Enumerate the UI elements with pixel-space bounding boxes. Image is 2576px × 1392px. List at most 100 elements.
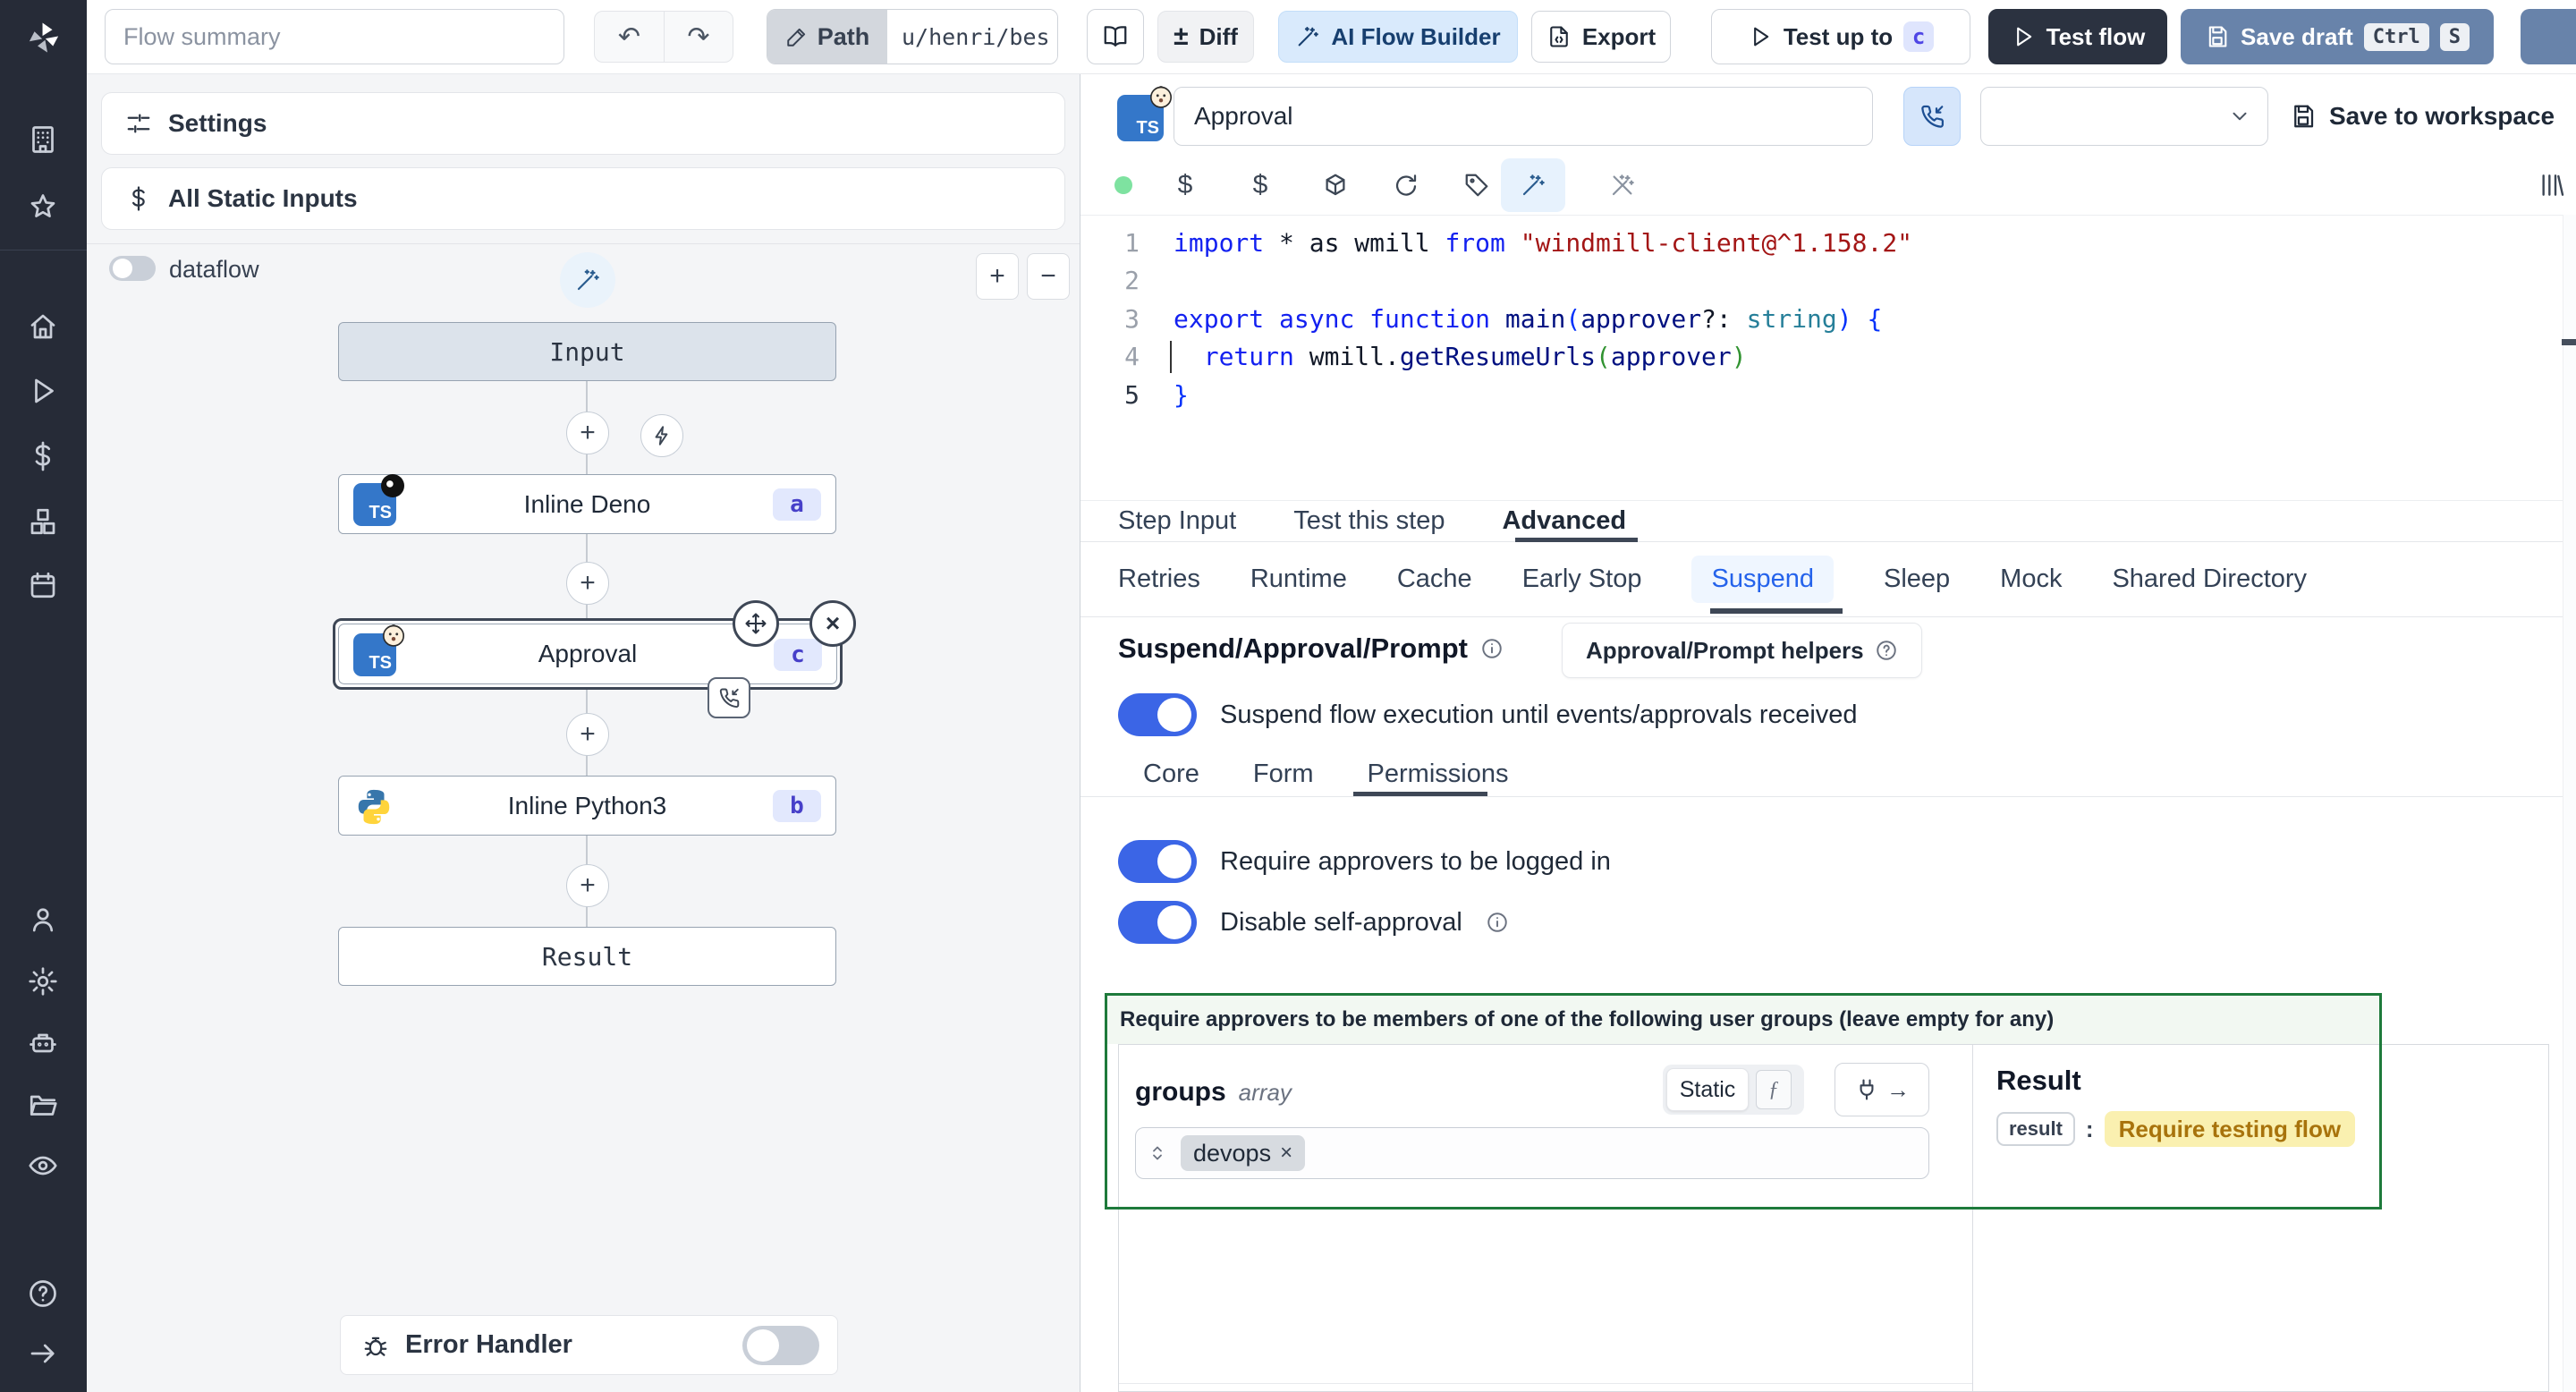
info-icon[interactable] xyxy=(1480,637,1504,660)
add-step-button[interactable]: + xyxy=(566,864,609,907)
docs-book-button[interactable] xyxy=(1087,9,1144,64)
tab-test-this-step[interactable]: Test this step xyxy=(1293,506,1445,536)
building-icon[interactable] xyxy=(27,123,59,156)
all-static-inputs-label: All Static Inputs xyxy=(168,184,358,212)
add-trigger-button[interactable] xyxy=(640,414,683,457)
home-icon[interactable] xyxy=(27,310,59,343)
runs-play-icon[interactable] xyxy=(27,375,59,407)
ai-flow-builder-button[interactable]: AI Flow Builder xyxy=(1278,11,1518,63)
package-icon[interactable] xyxy=(1310,160,1360,210)
add-step-button[interactable]: + xyxy=(566,562,609,605)
windmill-logo-icon[interactable] xyxy=(24,18,64,57)
approval-prompt-helpers-button[interactable]: Approval/Prompt helpers xyxy=(1562,623,1922,678)
deploy-button-partial[interactable] xyxy=(2521,9,2576,64)
worker-robot-icon[interactable] xyxy=(27,1027,59,1059)
function-option[interactable]: ƒ xyxy=(1756,1070,1792,1109)
delete-step-button[interactable]: × xyxy=(809,600,856,647)
worker-group-select[interactable] xyxy=(1980,87,2268,146)
connect-input-button[interactable]: → xyxy=(1835,1063,1929,1116)
schedules-calendar-icon[interactable] xyxy=(27,569,59,601)
error-handler-toggle[interactable] xyxy=(742,1325,819,1365)
subtab-sleep[interactable]: Sleep xyxy=(1884,564,1950,594)
subtab-shared-directory[interactable]: Shared Directory xyxy=(2112,564,2307,594)
save-draft-button[interactable]: Save draft Ctrl S xyxy=(2181,9,2494,64)
help-circle-icon xyxy=(1876,641,1896,660)
subtab-cache[interactable]: Cache xyxy=(1397,564,1472,594)
library-icon[interactable] xyxy=(2527,160,2576,210)
tab-form[interactable]: Form xyxy=(1253,760,1314,789)
disable-self-approval-toggle[interactable] xyxy=(1118,901,1197,944)
test-flow-label: Test flow xyxy=(2046,22,2146,50)
edit-path-button[interactable]: Path xyxy=(767,10,887,64)
undo-button[interactable]: ↶ xyxy=(595,12,664,62)
resources-cubes-icon[interactable] xyxy=(27,505,59,538)
suspend-flow-toggle[interactable] xyxy=(1118,693,1197,736)
collapse-arrow-icon[interactable] xyxy=(27,1337,59,1370)
static-option[interactable]: Static xyxy=(1666,1068,1749,1111)
suspend-section-title: Suspend/Approval/Prompt xyxy=(1118,632,1468,664)
help-icon[interactable] xyxy=(27,1277,59,1310)
node-inline-deno[interactable]: TS Inline Deno a xyxy=(338,474,836,534)
tab-core[interactable]: Core xyxy=(1143,760,1199,789)
tab-step-input[interactable]: Step Input xyxy=(1118,506,1236,536)
subtab-retries[interactable]: Retries xyxy=(1118,564,1200,594)
arrow-right-icon: → xyxy=(1886,1075,1910,1103)
subtab-mock[interactable]: Mock xyxy=(2000,564,2062,594)
error-handler-card[interactable]: Error Handler xyxy=(340,1315,838,1375)
tab-advanced[interactable]: Advanced xyxy=(1502,506,1626,536)
subtab-suspend[interactable]: Suspend xyxy=(1691,556,1834,603)
zoom-in-button[interactable]: + xyxy=(976,253,1019,300)
static-dynamic-switch: Static ƒ xyxy=(1663,1065,1804,1115)
node-result[interactable]: Result xyxy=(338,927,836,986)
wand-icon xyxy=(1522,174,1545,196)
path-value[interactable]: u/henri/bes xyxy=(887,10,1057,64)
tag-icon[interactable] xyxy=(1452,160,1502,210)
gear-icon[interactable] xyxy=(27,965,59,997)
test-flow-button[interactable]: Test flow xyxy=(1988,9,2167,64)
subtab-runtime[interactable]: Runtime xyxy=(1250,564,1347,594)
export-button[interactable]: Export xyxy=(1531,11,1671,63)
node-inline-python[interactable]: Inline Python3 b xyxy=(338,776,836,836)
user-icon[interactable] xyxy=(27,904,59,936)
step-tabs: Step Input Test this step Advanced xyxy=(1080,500,2576,542)
add-step-button[interactable]: + xyxy=(566,713,609,756)
remove-tag-button[interactable]: × xyxy=(1280,1141,1292,1166)
zoom-out-button[interactable]: − xyxy=(1027,253,1070,300)
approval-phone-toggle-button[interactable] xyxy=(1903,87,1961,146)
tab-permissions[interactable]: Permissions xyxy=(1368,760,1509,789)
chevrons-up-down-icon xyxy=(1153,1146,1162,1160)
groups-multiselect-input[interactable]: devops × xyxy=(1135,1127,1929,1179)
result-key-badge[interactable]: result xyxy=(1996,1112,2075,1146)
test-up-to-button[interactable]: Test up to c xyxy=(1711,9,1970,64)
approval-phone-badge[interactable] xyxy=(708,677,750,718)
step-name-input[interactable] xyxy=(1174,87,1873,146)
resource-picker-button[interactable]: $ xyxy=(1235,160,1285,210)
undo-redo-group: ↶ ↷ xyxy=(594,11,733,63)
ai-assist-wand-button[interactable] xyxy=(1501,158,1565,212)
require-logged-in-toggle[interactable] xyxy=(1118,840,1197,883)
save-to-workspace-button[interactable]: Save to workspace xyxy=(2290,87,2555,146)
colon: : xyxy=(2085,1115,2094,1142)
dataflow-toggle[interactable] xyxy=(109,256,156,281)
diff-button[interactable]: ± Diff xyxy=(1157,11,1254,63)
eye-icon[interactable] xyxy=(27,1150,59,1182)
ai-off-wand-icon[interactable] xyxy=(1597,160,1648,210)
variables-dollar-icon[interactable] xyxy=(27,440,59,472)
node-input[interactable]: Input xyxy=(338,322,836,381)
subtab-early-stop[interactable]: Early Stop xyxy=(1522,564,1642,594)
variable-picker-button[interactable]: $ xyxy=(1160,160,1210,210)
editor-scrollbar[interactable] xyxy=(2563,215,2576,1392)
add-step-button[interactable]: + xyxy=(566,412,609,454)
star-icon[interactable] xyxy=(27,191,59,224)
reload-icon[interactable] xyxy=(1381,160,1431,210)
flow-summary-input[interactable] xyxy=(105,9,564,64)
info-icon[interactable] xyxy=(1486,911,1509,934)
undo-icon: ↶ xyxy=(617,21,641,52)
flow-settings-button[interactable]: Settings xyxy=(101,92,1065,155)
graph-ai-wand-button[interactable] xyxy=(560,252,615,308)
all-static-inputs-button[interactable]: All Static Inputs xyxy=(101,167,1065,230)
move-step-button[interactable] xyxy=(733,600,779,647)
diff-label: Diff xyxy=(1199,22,1238,50)
folder-icon[interactable] xyxy=(27,1089,59,1121)
redo-button[interactable]: ↷ xyxy=(664,12,733,62)
